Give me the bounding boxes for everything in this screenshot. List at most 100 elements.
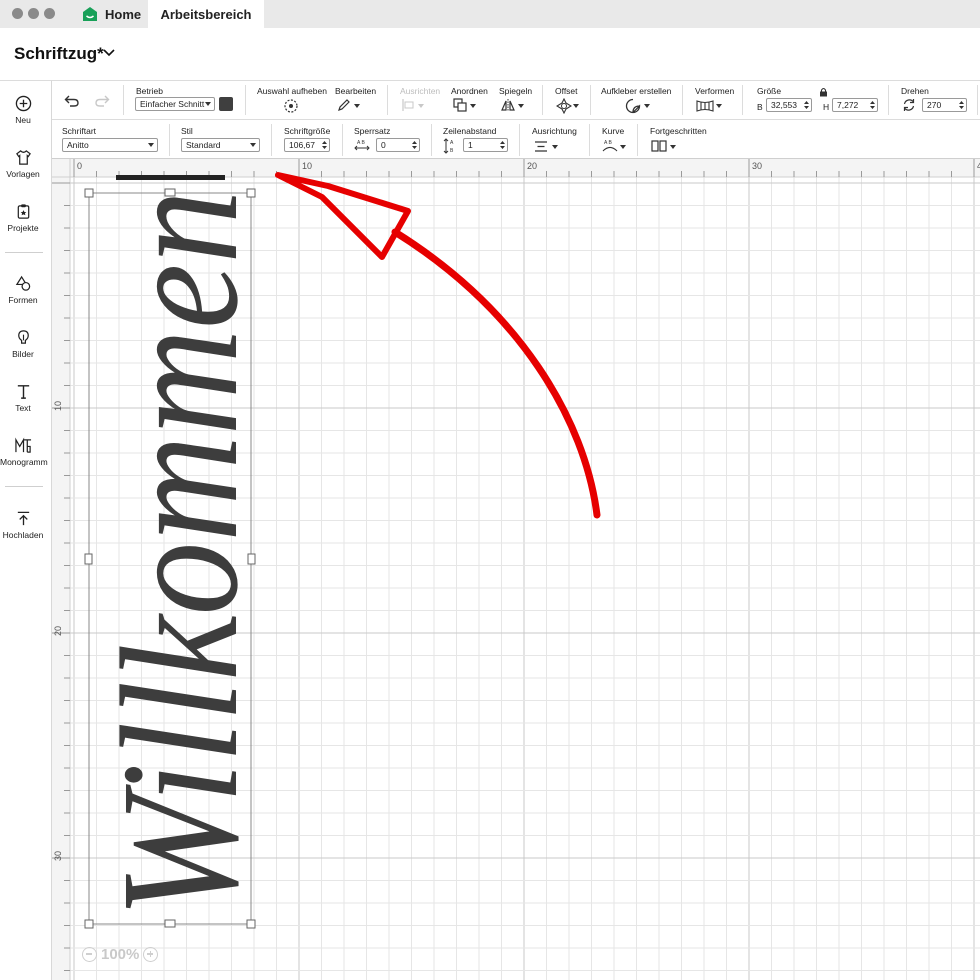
toolbar-divider: [637, 124, 638, 156]
font-size-input[interactable]: 106,67: [284, 138, 330, 152]
tab-home[interactable]: Home: [72, 0, 148, 28]
sidebar-item-vorlagen[interactable]: Vorlagen: [0, 149, 46, 179]
toolbar-divider: [742, 85, 743, 115]
line-spacing-icon: AB: [443, 138, 454, 154]
sidebar-label-vorlagen: Vorlagen: [6, 169, 40, 179]
sidebar-item-bilder[interactable]: Bilder: [0, 329, 46, 359]
zeilenabstand-label: Zeilenabstand: [443, 126, 497, 136]
lightbulb-icon: [17, 330, 29, 344]
aufkleber-caret[interactable]: [644, 104, 650, 108]
sidebar-item-projekte[interactable]: Projekte: [0, 203, 46, 233]
betrieb-label: Betrieb: [136, 86, 163, 96]
ruler-label-top: 0: [77, 161, 82, 171]
rotate-input[interactable]: 270: [922, 98, 967, 112]
pencil-icon[interactable]: [337, 98, 351, 112]
bearbeiten-caret[interactable]: [354, 104, 360, 108]
stepper-icon[interactable]: [499, 140, 506, 150]
width-label: B: [757, 102, 763, 112]
toolbar-divider: [387, 85, 388, 115]
zoom-in-button[interactable]: [143, 946, 159, 962]
sticker-icon[interactable]: [625, 98, 641, 114]
width-input[interactable]: 32,553: [766, 98, 812, 112]
ruler-top: [52, 159, 980, 177]
ruler-label-top: 30: [752, 161, 762, 171]
ausrichten-caret: [418, 104, 424, 108]
style-select[interactable]: Standard: [181, 138, 260, 152]
text-align-center-icon[interactable]: [534, 141, 548, 152]
arrange-icon[interactable]: [453, 98, 467, 112]
ruler-label-left: 10: [53, 401, 63, 411]
tab-workspace[interactable]: Arbeitsbereich: [148, 0, 264, 28]
toolbar-text: Schriftart Anitto Stil Standard Schriftg…: [52, 119, 980, 159]
style-value: Standard: [186, 140, 221, 150]
sidebar-label-formen: Formen: [8, 295, 38, 305]
letter-spacing-icon: A B: [354, 140, 370, 151]
offset-icon[interactable]: [556, 98, 572, 114]
stil-label: Stil: [181, 126, 193, 136]
warp-icon[interactable]: [696, 99, 714, 113]
anordnen-caret[interactable]: [470, 104, 476, 108]
sidebar-item-hochladen[interactable]: Hochladen: [0, 510, 46, 540]
deselect-icon[interactable]: [283, 98, 299, 114]
sidebar-divider: [5, 252, 43, 253]
tab-home-label: Home: [105, 6, 142, 22]
sidebar-item-formen[interactable]: Formen: [0, 275, 46, 305]
stepper-icon[interactable]: [958, 100, 965, 110]
rotate-icon[interactable]: [902, 98, 916, 112]
font-value: Anitto: [67, 140, 89, 150]
height-label: H: [823, 102, 830, 112]
plus-circle-icon: [15, 95, 31, 112]
zoom-control: 100%: [82, 944, 159, 964]
undo-icon[interactable]: [64, 94, 80, 108]
toolbar-divider: [342, 124, 343, 156]
design-canvas[interactable]: 010203040102030: [52, 159, 980, 980]
document-title[interactable]: Schriftzug*: [14, 44, 104, 64]
window-minimize-dot[interactable]: [28, 8, 39, 19]
verformen-caret[interactable]: [716, 104, 722, 108]
font-select[interactable]: Anitto: [62, 138, 158, 152]
window-zoom-dot[interactable]: [44, 8, 55, 19]
sperrsatz-label: Sperrsatz: [354, 126, 391, 136]
ausrichtung-label: Ausrichtung: [532, 126, 577, 136]
redo-icon[interactable]: [94, 94, 110, 108]
advanced-icon[interactable]: [651, 140, 667, 152]
sidebar-item-text[interactable]: Text: [0, 383, 46, 413]
width-value: 32,553: [771, 100, 797, 110]
mirror-icon[interactable]: [500, 98, 516, 112]
window-close-dot[interactable]: [12, 8, 23, 19]
line-spacing-input[interactable]: 1: [463, 138, 508, 152]
letter-spacing-input[interactable]: 0: [376, 138, 420, 152]
betrieb-select[interactable]: Einfacher Schnitt: [135, 97, 215, 111]
schriftart-label: Schriftart: [62, 126, 97, 136]
stepper-icon[interactable]: [869, 100, 876, 110]
canvas-grid: 010203040102030: [52, 159, 980, 980]
left-sidebar: Neu Vorlagen Projekte Formen Bilder Text…: [0, 80, 52, 980]
font-size-value: 106,67: [289, 140, 315, 150]
toolbar-divider: [431, 124, 432, 156]
stepper-icon[interactable]: [321, 140, 328, 150]
ausrichtung-caret[interactable]: [552, 145, 558, 149]
offset-caret[interactable]: [573, 104, 579, 108]
curve-text-icon[interactable]: A B: [602, 139, 618, 152]
spiegeln-caret[interactable]: [518, 104, 524, 108]
toolbar-divider: [123, 85, 124, 115]
lock-icon[interactable]: [819, 87, 828, 97]
toolbar-divider: [271, 124, 272, 156]
toolbar-divider: [519, 124, 520, 156]
zoom-out-button[interactable]: [82, 946, 97, 962]
spiegeln-label: Spiegeln: [499, 86, 533, 96]
line-spacing-value: 1: [468, 140, 473, 150]
fortgeschritten-caret[interactable]: [670, 145, 676, 149]
chevron-down-icon[interactable]: [102, 46, 116, 60]
stepper-icon[interactable]: [803, 100, 810, 110]
toolbar-divider: [245, 85, 246, 115]
align-icon: [402, 99, 414, 111]
sidebar-item-monogramm[interactable]: Monogramm: [0, 437, 48, 467]
color-swatch[interactable]: [219, 97, 233, 111]
zoom-level: 100%: [101, 945, 140, 963]
sidebar-item-neu[interactable]: Neu: [0, 95, 46, 125]
kurve-caret[interactable]: [620, 145, 626, 149]
height-input[interactable]: 7,272: [832, 98, 878, 112]
stepper-icon[interactable]: [411, 140, 418, 150]
rotate-value: 270: [927, 100, 942, 110]
